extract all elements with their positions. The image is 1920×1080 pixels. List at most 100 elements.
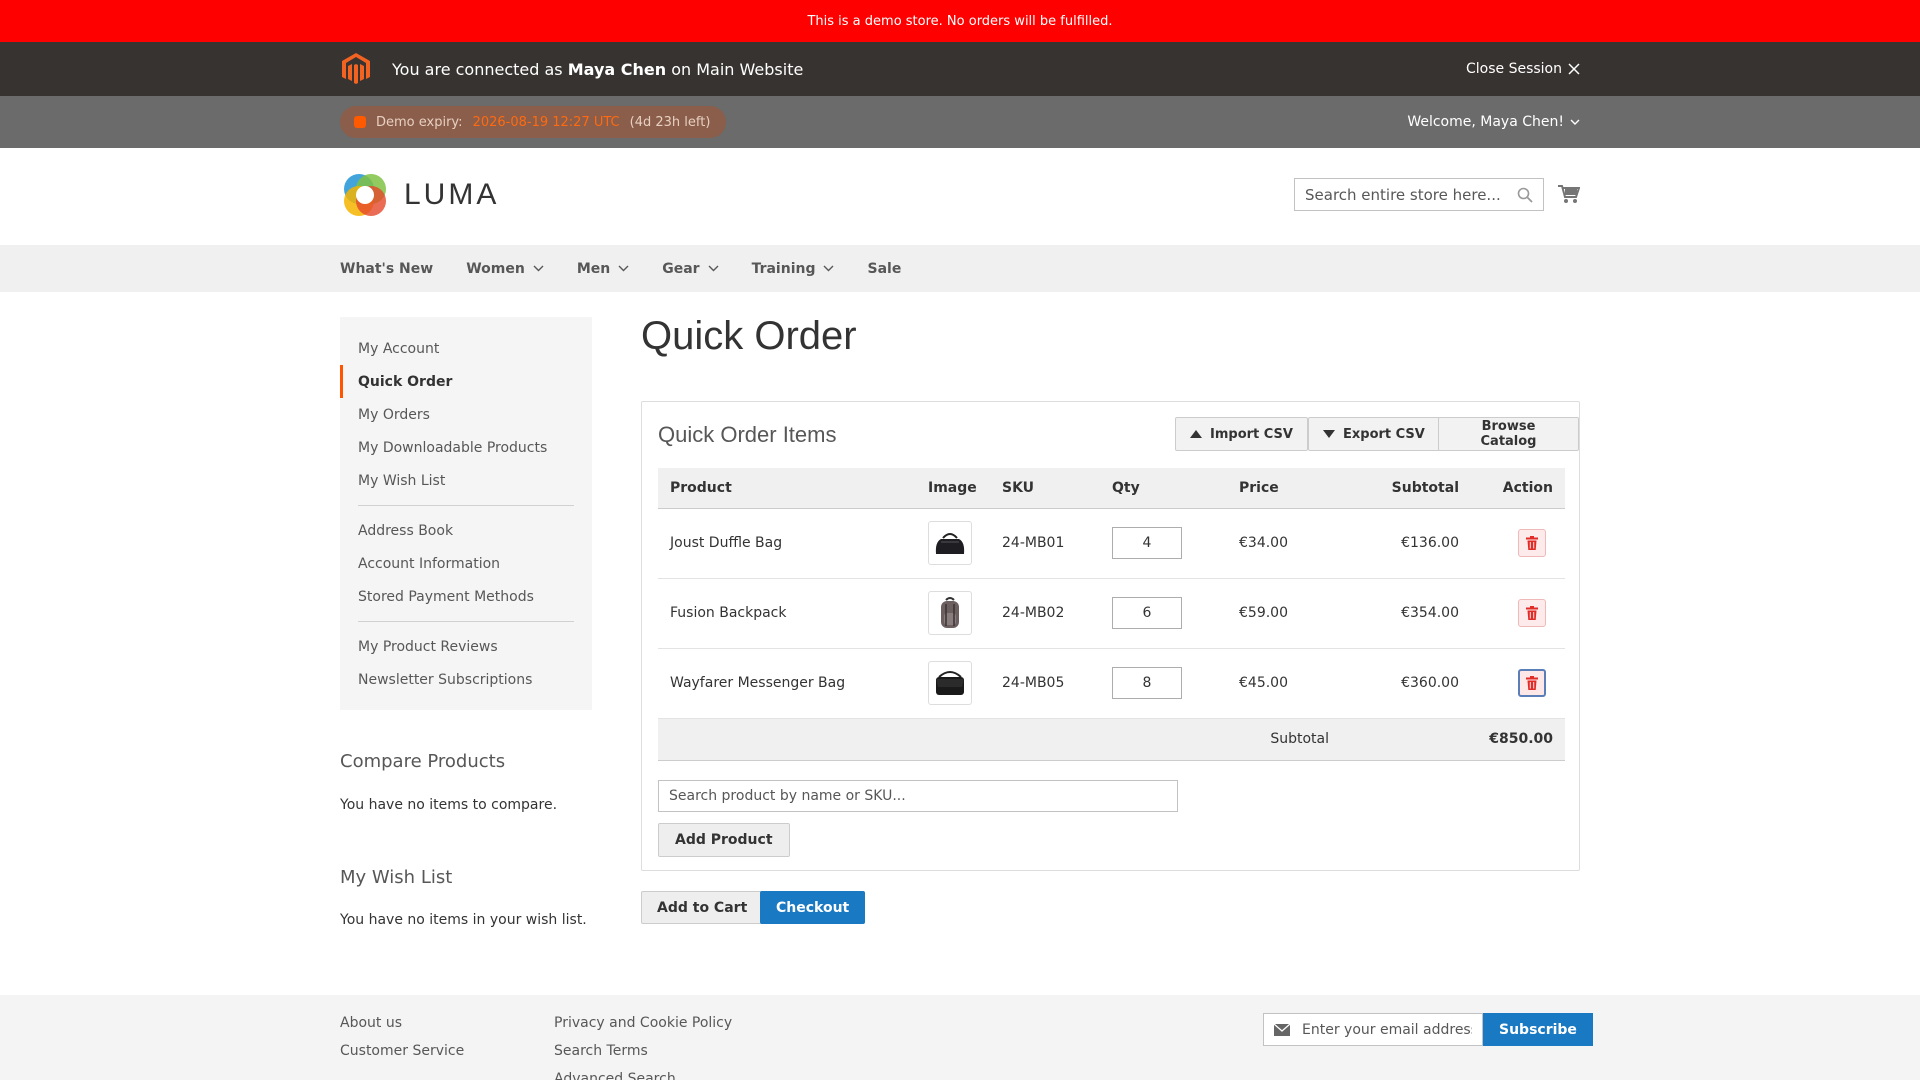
footer-link-search-terms[interactable]: Search Terms — [554, 1043, 648, 1059]
delete-item-button[interactable] — [1518, 669, 1546, 697]
newsletter-email-input[interactable] — [1302, 1021, 1472, 1038]
wishlist-text: You have no items in your wish list. — [340, 912, 587, 928]
product-subtotal: €354.00 — [1347, 578, 1471, 649]
qty-cell — [1100, 508, 1227, 579]
sidebar-item-my-account[interactable]: My Account — [340, 332, 592, 365]
subtotal-value: €850.00 — [1347, 718, 1565, 761]
cart-icon[interactable] — [1558, 184, 1580, 204]
nav-item-label: Training — [751, 260, 816, 277]
product-search-input[interactable] — [658, 780, 1178, 812]
newsletter-email-field[interactable] — [1263, 1013, 1483, 1046]
expiry-time-left: (4d 23h left) — [629, 114, 711, 130]
page-title: Quick Order — [641, 314, 857, 358]
footer-link-advanced-search[interactable]: Advanced Search — [554, 1071, 676, 1080]
chevron-down-icon — [1570, 119, 1580, 125]
column-header: Qty — [1100, 468, 1227, 509]
sidebar-divider — [358, 505, 574, 506]
session-user-name: Maya Chen — [567, 59, 667, 79]
sidebar-item-my-downloadable-products[interactable]: My Downloadable Products — [340, 431, 592, 464]
footer-link-customer-service[interactable]: Customer Service — [340, 1043, 464, 1059]
product-subtotal: €136.00 — [1347, 508, 1471, 579]
qty-input[interactable] — [1112, 667, 1182, 699]
expiry-date: 2026-08-19 12:27 UTC — [472, 114, 620, 130]
close-session-label: Close Session — [1465, 61, 1562, 77]
sidebar-item-my-product-reviews[interactable]: My Product Reviews — [340, 630, 592, 663]
sidebar-item-quick-order: Quick Order — [340, 365, 592, 398]
delete-item-button[interactable] — [1518, 529, 1546, 557]
nav-item-men[interactable]: Men — [577, 261, 629, 277]
product-price: €34.00 — [1227, 508, 1347, 579]
column-header: SKU — [990, 468, 1100, 509]
sidebar-item-my-orders[interactable]: My Orders — [340, 398, 592, 431]
table-row: Wayfarer Messenger Bag 24-MB05 €45.00€360.… — [658, 648, 1565, 719]
subscribe-button[interactable]: Subscribe — [1483, 1013, 1593, 1046]
welcome-text: Welcome, Maya Chen! — [1407, 114, 1564, 130]
subtotal-row: Subtotal €850.00 — [658, 718, 1565, 761]
column-header: Product — [658, 468, 916, 509]
wishlist-title: My Wish List — [340, 867, 453, 888]
sidebar-item-account-information[interactable]: Account Information — [340, 547, 592, 580]
product-image-cell — [916, 508, 990, 579]
backpack-icon — [928, 591, 972, 635]
product-price: €59.00 — [1227, 578, 1347, 649]
newsletter-form: Subscribe — [1263, 1013, 1593, 1046]
sidebar-item-stored-payment-methods[interactable]: Stored Payment Methods — [340, 580, 592, 613]
account-sidebar: My Account Quick Order My Orders My Downloa… — [340, 317, 592, 710]
nav-item-women[interactable]: Women — [466, 261, 544, 277]
product-sku: 24-MB05 — [990, 648, 1100, 719]
product-name: Joust Duffle Bag — [658, 508, 916, 579]
session-info: You are connected as Maya Chen on Main W… — [392, 60, 803, 79]
duffle-bag-icon — [928, 521, 972, 565]
add-to-cart-button[interactable]: Add to Cart — [641, 891, 764, 924]
search-icon[interactable] — [1517, 187, 1533, 203]
footer-link-privacy-policy[interactable]: Privacy and Cookie Policy — [554, 1015, 732, 1031]
action-cell — [1471, 578, 1565, 649]
sidebar-item-newsletter-subscriptions[interactable]: Newsletter Subscriptions — [340, 663, 592, 696]
welcome-menu[interactable]: Welcome, Maya Chen! — [1407, 96, 1580, 148]
import-csv-label: Import CSV — [1210, 426, 1293, 442]
product-sku: 24-MB02 — [990, 578, 1100, 649]
nav-item-training[interactable]: Training — [752, 261, 835, 277]
chevron-down-icon — [618, 265, 629, 272]
store-search[interactable] — [1294, 178, 1544, 211]
luma-logo-icon — [344, 174, 386, 216]
compare-products-text: You have no items to compare. — [340, 797, 558, 813]
nav-item-label: Women — [466, 260, 525, 277]
close-session-button[interactable]: Close Session — [1466, 61, 1580, 77]
checkout-button[interactable]: Checkout — [760, 891, 866, 924]
messenger-bag-icon — [928, 661, 972, 705]
sidebar-item-my-wish-list[interactable]: My Wish List — [340, 464, 592, 497]
nav-item-what-s-new[interactable]: What's New — [340, 261, 433, 277]
footer-link-about-us[interactable]: About us — [340, 1015, 402, 1031]
nav-item-gear[interactable]: Gear — [662, 260, 719, 277]
compare-products-title: Compare Products — [340, 751, 506, 772]
import-csv-button[interactable]: Import CSV — [1175, 417, 1308, 451]
column-header: Image — [916, 468, 990, 509]
store-search-input[interactable] — [1305, 185, 1505, 204]
chevron-down-icon — [708, 265, 719, 272]
demo-store-notice: This is a demo store. No orders will be … — [807, 13, 1113, 29]
qty-input[interactable] — [1112, 597, 1182, 629]
site-footer: About us Customer Service Privacy and Co… — [0, 995, 1920, 1080]
luma-logo-text: LUMA — [404, 178, 500, 211]
browse-catalog-button[interactable]: Browse Catalog — [1438, 417, 1579, 451]
trash-icon — [1526, 536, 1538, 550]
luma-logo[interactable]: LUMA — [340, 170, 499, 220]
site-header: LUMA — [0, 148, 1920, 245]
export-csv-button[interactable]: Export CSV — [1308, 417, 1440, 451]
product-name: Wayfarer Messenger Bag — [658, 648, 916, 719]
sidebar-item-address-book[interactable]: Address Book — [340, 514, 592, 547]
action-cell — [1471, 648, 1565, 719]
arrow-down-icon — [1323, 430, 1335, 438]
main-navigation: What's New Women Men Gear Training Sale — [0, 245, 1920, 292]
product-price: €45.00 — [1227, 648, 1347, 719]
add-product-button[interactable]: Add Product — [658, 823, 790, 857]
nav-item-label: Gear — [662, 260, 700, 277]
demo-expiry-badge: Demo expiry: 2026-08-19 12:27 UTC (4d 23… — [340, 106, 727, 138]
qty-input[interactable] — [1112, 527, 1182, 559]
nav-item-sale[interactable]: Sale — [867, 261, 901, 277]
product-image-cell — [916, 578, 990, 649]
delete-item-button[interactable] — [1518, 599, 1546, 627]
session-prefix: You are connected as — [392, 59, 563, 79]
session-bar: You are connected as Maya Chen on Main W… — [0, 42, 1920, 96]
